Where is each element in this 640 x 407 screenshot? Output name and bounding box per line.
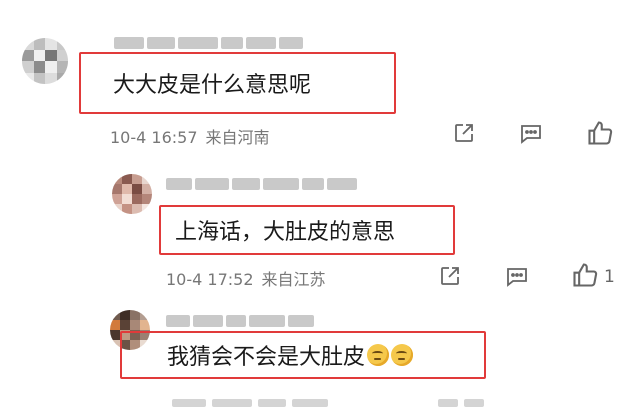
comment-text: 我猜会不会是大肚皮 — [167, 345, 366, 370]
username-blurred[interactable] — [166, 177, 357, 191]
username-blurred[interactable] — [166, 314, 314, 328]
blurred-meta-row — [172, 399, 328, 407]
thinking-face-icon — [391, 344, 414, 366]
comment-meta: 10-4 17:52 来自江苏 — [166, 266, 326, 290]
username-blurred[interactable] — [114, 36, 303, 50]
thumbs-up-icon[interactable] — [571, 261, 599, 289]
like-count: 1 — [604, 267, 615, 287]
avatar[interactable] — [22, 38, 68, 84]
comment-location: 来自河南 — [205, 128, 270, 147]
comment-time: 10-4 17:52 — [166, 270, 254, 289]
share-icon[interactable] — [438, 264, 462, 288]
avatar[interactable] — [112, 174, 152, 214]
blurred-actions-row — [438, 399, 484, 407]
thinking-face-icon — [367, 344, 390, 366]
share-icon[interactable] — [452, 121, 476, 145]
comment-text-highlighted: 大大皮是什么意思呢 — [79, 52, 396, 114]
comment-icon[interactable] — [505, 264, 529, 288]
comment-text: 上海话，大肚皮的意思 — [175, 220, 396, 245]
comment-text-highlighted: 上海话，大肚皮的意思 — [159, 205, 455, 255]
thumbs-up-icon[interactable] — [586, 119, 614, 147]
comment-text: 大大皮是什么意思呢 — [113, 73, 312, 98]
comment-time: 10-4 16:57 — [110, 128, 198, 147]
comment-meta: 10-4 16:57 来自河南 — [110, 124, 270, 148]
comment-icon[interactable] — [519, 121, 543, 145]
comment-text-highlighted: 我猜会不会是大肚皮 — [120, 331, 486, 379]
comment-location: 来自江苏 — [261, 270, 326, 289]
